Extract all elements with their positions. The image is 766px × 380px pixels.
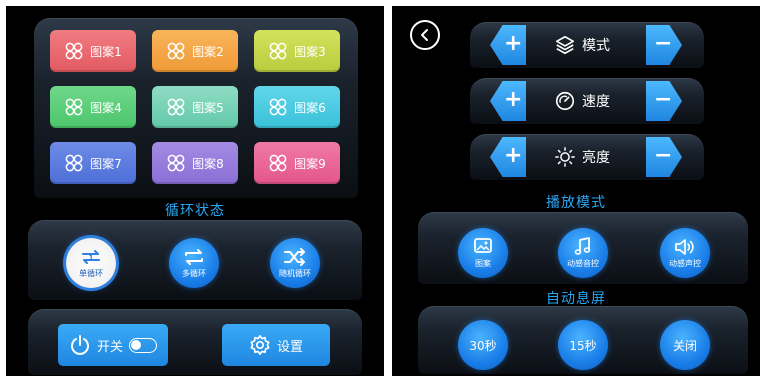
pattern-button-3[interactable]: 图案3 (254, 30, 340, 72)
pattern-label: 图案3 (294, 44, 326, 59)
power-icon (71, 335, 89, 355)
pattern-button-1[interactable]: 图案1 (50, 30, 136, 72)
play-mode-pattern-label: 图案 (475, 259, 491, 268)
sleep-off-button[interactable]: 关闭 (660, 320, 710, 370)
loop-random-button[interactable]: 随机循环 (270, 238, 320, 288)
brightness-label: 亮度 (582, 150, 610, 166)
sleep-15s-label: 15秒 (569, 338, 597, 353)
brightness-label-group: 亮度 (554, 146, 610, 168)
minus-symbol: − (654, 143, 673, 168)
play-mode-voice-button[interactable]: 动感声控 (660, 228, 710, 278)
loop-random-label: 随机循环 (279, 269, 311, 278)
pattern-icon (65, 154, 83, 172)
pattern-label: 图案1 (90, 44, 122, 59)
speed-control-row: + 速度 − (470, 78, 704, 124)
play-mode-title: 播放模式 (546, 195, 606, 211)
pattern-icon (65, 42, 83, 60)
minus-symbol: − (654, 87, 673, 112)
power-label: 开关 (96, 339, 123, 355)
play-mode-voice-label: 动感声控 (669, 259, 701, 268)
gear-icon (250, 335, 270, 355)
pattern-label: 图案4 (90, 100, 122, 115)
pattern-icon (167, 154, 185, 172)
pattern-button-2[interactable]: 图案2 (152, 30, 238, 72)
loop-multi-label: 多循环 (182, 269, 206, 278)
toggle-knob (131, 339, 141, 350)
repeat-one-icon: 1 (82, 250, 100, 264)
loop-status-title: 循环状态 (165, 203, 225, 219)
power-toggle[interactable] (129, 337, 157, 353)
pattern-label: 图案5 (192, 100, 224, 115)
pattern-button-7[interactable]: 图案7 (50, 142, 136, 184)
mode-label: 模式 (582, 38, 610, 54)
speed-label-group: 速度 (554, 90, 610, 112)
music-note-icon (574, 237, 591, 255)
speaker-icon (675, 239, 694, 255)
back-button[interactable] (410, 20, 440, 50)
pattern-label: 图案9 (294, 156, 326, 171)
layers-icon (555, 35, 575, 55)
pattern-label: 图案2 (192, 44, 224, 59)
shuffle-icon (284, 248, 305, 266)
minus-symbol: − (654, 31, 673, 56)
mode-label-group: 模式 (554, 34, 610, 56)
chevron-left-icon (421, 29, 428, 41)
plus-symbol: + (504, 143, 523, 168)
auto-sleep-title: 自动息屏 (546, 291, 606, 307)
play-mode-pattern-button[interactable]: 图案 (458, 228, 508, 278)
loop-single-label: 单循环 (79, 269, 103, 278)
loop-multi-button[interactable]: 多循环 (169, 238, 219, 288)
play-mode-music-label: 动感音控 (567, 259, 599, 268)
pattern-button-6[interactable]: 图案6 (254, 86, 340, 128)
loop-single-button[interactable]: 1 单循环 (66, 238, 116, 288)
plus-symbol: + (504, 87, 523, 112)
repeat-icon (185, 249, 203, 265)
pattern-icon (65, 98, 83, 116)
pattern-button-8[interactable]: 图案8 (152, 142, 238, 184)
speedometer-icon (555, 91, 575, 111)
pattern-label: 图案6 (294, 100, 326, 115)
settings-label: 设置 (276, 339, 303, 355)
plus-symbol: + (504, 31, 523, 56)
pattern-button-5[interactable]: 图案5 (152, 86, 238, 128)
mode-control-row: + 模式 − (470, 22, 704, 68)
image-icon (474, 238, 492, 253)
sleep-30s-label: 30秒 (469, 338, 497, 353)
speed-label: 速度 (582, 94, 610, 110)
settings-button[interactable]: 设置 (222, 324, 330, 366)
sleep-15s-button[interactable]: 15秒 (558, 320, 608, 370)
pattern-icon (167, 98, 185, 116)
brightness-control-row: + 亮度 − (470, 134, 704, 180)
pattern-icon (269, 98, 287, 116)
sleep-30s-button[interactable]: 30秒 (458, 320, 508, 370)
pattern-icon (269, 42, 287, 60)
pattern-icon (269, 154, 287, 172)
svg-text:1: 1 (89, 254, 94, 262)
playback-settings-panel: + 模式 − + 速度 − + 亮度 − 播放模式 图案 动感音控 动感声控 自… (392, 6, 760, 376)
play-mode-music-button[interactable]: 动感音控 (558, 228, 608, 278)
sun-icon (555, 147, 575, 167)
power-switch-button[interactable]: 开关 (58, 324, 168, 366)
pattern-control-panel: 图案1 图案2 图案3 图案4 图案5 图案6 图案7 图案8 图案9 循环状态 1 单循环 多… (6, 6, 384, 376)
pattern-button-9[interactable]: 图案9 (254, 142, 340, 184)
pattern-label: 图案8 (192, 156, 224, 171)
pattern-icon (167, 42, 185, 60)
sleep-off-label: 关闭 (672, 338, 697, 353)
pattern-button-4[interactable]: 图案4 (50, 86, 136, 128)
pattern-label: 图案7 (90, 156, 122, 171)
